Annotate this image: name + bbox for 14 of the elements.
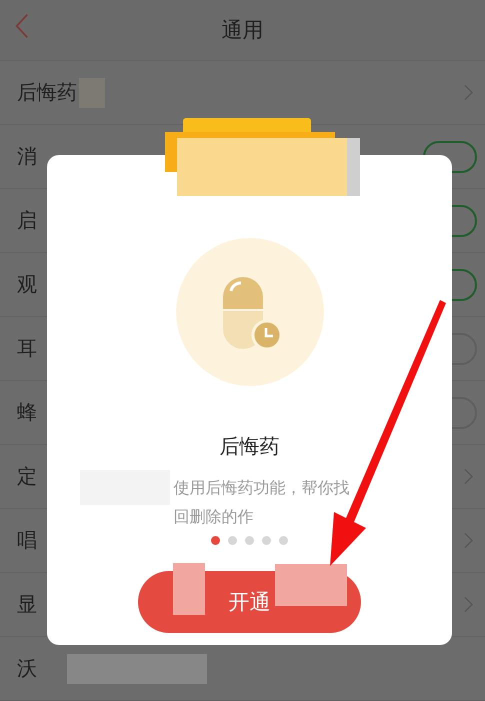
row-label: 后悔药 — [17, 79, 77, 106]
row-label: 消 — [17, 143, 37, 170]
row-label: 蜂 — [17, 399, 37, 426]
row-label: 定 — [17, 463, 37, 490]
page-title: 通用 — [222, 17, 264, 44]
row-label: 耳 — [17, 335, 37, 362]
description-text: 使用后悔药功能，帮你找 — [174, 476, 350, 498]
row-label: 沃 — [17, 655, 37, 682]
dialog-title: 后悔药 — [220, 433, 280, 460]
row-label: 启 — [17, 207, 37, 234]
row-label: 观 — [17, 271, 37, 298]
row-label: 唱 — [17, 527, 37, 554]
row-label: 显 — [17, 591, 37, 618]
description-text: 回删除的作 — [174, 507, 254, 526]
